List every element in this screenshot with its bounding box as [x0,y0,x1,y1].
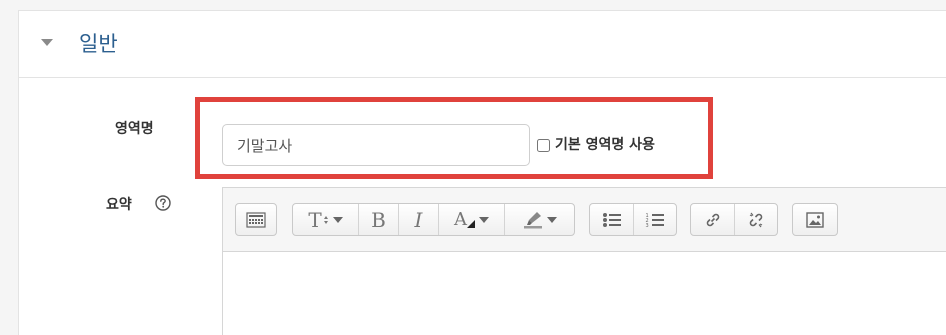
unordered-list-button[interactable] [590,204,634,235]
dropdown-caret-icon [332,216,343,223]
font-size-arrows-icon [323,215,328,224]
unordered-list-icon [602,212,621,227]
image-icon [806,211,824,228]
summary-label: 요약 [106,197,132,213]
toolbar-group-media [792,203,838,236]
section-title[interactable]: 일반 [79,31,118,57]
font-style-icon: T [308,207,322,232]
caret-down-icon[interactable] [41,39,53,46]
link-icon [706,213,719,226]
bold-button[interactable]: B [359,204,399,235]
bold-icon: B [371,207,386,232]
unlink-icon [749,212,763,227]
background-color-icon [523,211,542,228]
italic-icon: I [414,207,423,232]
toolbar-toggle-button[interactable] [236,204,276,235]
question-circle-icon[interactable] [155,195,171,211]
page: 일반 영역명 기본 영역명 사용 요약 [0,0,946,335]
toolbar-group-links [690,203,778,236]
dropdown-caret-icon [479,216,489,223]
use-default-name-checkbox[interactable] [537,139,550,152]
toolbar-group-toggle [235,203,277,236]
toolbar-toggle-icon [246,211,266,228]
use-default-name-label[interactable]: 기본 영역명 사용 [555,135,655,155]
italic-button[interactable]: I [399,204,439,235]
dropdown-caret-icon [546,216,557,223]
unlink-button[interactable] [735,204,777,235]
area-name-label: 영역명 [115,121,154,137]
font-style-button[interactable]: T [293,204,359,235]
summary-editor[interactable]: T B I A 1 2 3 [222,187,946,335]
ordered-list-icon: 1 2 3 [646,213,664,228]
ordered-list-button[interactable]: 1 2 3 [634,204,676,235]
toolbar-group-lists: 1 2 3 [589,203,677,236]
svg-text:3: 3 [646,223,649,228]
editor-toolbar: T B I A 1 2 3 [223,188,946,252]
image-button[interactable] [793,204,837,235]
toolbar-group-text: T B I A [292,203,575,236]
link-button[interactable] [691,204,735,235]
color-swatch-icon [467,219,475,228]
area-name-input[interactable] [222,124,530,166]
background-color-button[interactable] [505,204,574,235]
font-color-icon: A [454,208,467,230]
font-color-button[interactable]: A [439,204,505,235]
section-header-general[interactable]: 일반 [19,11,946,78]
